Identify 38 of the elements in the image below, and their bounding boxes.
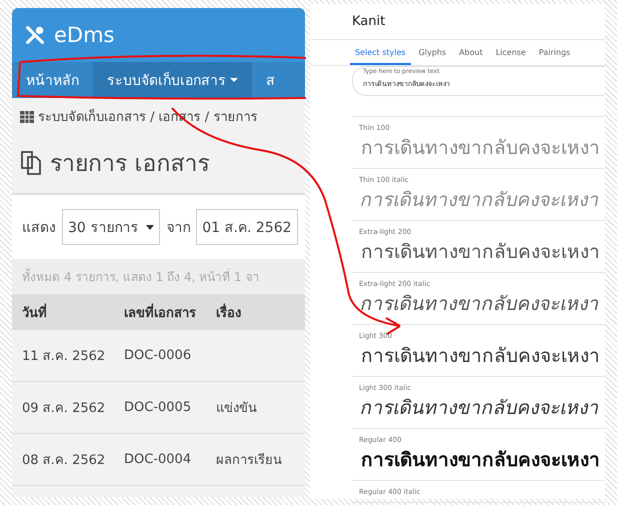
from-date-field[interactable]: 01 ส.ค. 2562: [196, 209, 298, 245]
column-header: เลขที่เอกสาร: [124, 302, 197, 322]
caret-icon: [230, 78, 238, 82]
column-header: เรื่อง: [216, 302, 241, 322]
nav-item[interactable]: หน้าหลัก: [12, 62, 93, 98]
tab[interactable]: Glyphs: [414, 44, 452, 65]
summary-text: ทั้งหมด 4 รายการ, แสดง 1 ถึง 4, หน้าที่ 1 จา: [12, 259, 305, 294]
sample-text: การเดินทางขากลับคงจะเหงา: [358, 396, 604, 421]
table-cell-text: DOC-0006: [124, 348, 192, 363]
tools-icon: [24, 24, 46, 46]
table-cell-text: 11 ส.ค. 2562: [22, 348, 106, 366]
table-cell-text: DOC-0004: [124, 452, 192, 467]
from-label: จาก: [166, 219, 190, 238]
show-label: แสดง: [22, 219, 56, 238]
font-name: Kanit: [310, 4, 605, 40]
sample-text: การเดินทางขากลับคงจะเหงา: [360, 240, 601, 265]
app-title: eDms: [54, 23, 114, 47]
sample-text: การเดินทางขากลับคงจะเหงา: [360, 448, 601, 473]
table-cell-text: 08 ส.ค. 2562: [22, 452, 106, 470]
tab[interactable]: License: [490, 44, 531, 65]
tab[interactable]: Pairings: [534, 44, 576, 65]
table-cell-text: DOC-0005: [124, 400, 192, 415]
column-header: วันที่: [22, 302, 48, 322]
sample-text: การเดินทางขากลับคงจะเหงา: [358, 292, 604, 317]
page-size-select[interactable]: 30 รายการ: [62, 209, 160, 245]
tab[interactable]: About: [454, 44, 488, 65]
page-title: รายการ เอกสาร: [50, 150, 210, 179]
nav-item[interactable]: ส: [252, 62, 289, 98]
caret-icon: [146, 224, 154, 230]
sample-text: การเดินทางขากลับคงจะเหงา: [358, 188, 604, 213]
documents-icon: [20, 150, 44, 176]
sample-text: การเดินทางขากลับคงจะเหงา: [360, 344, 601, 369]
table-cell-text: ผลการเรียน: [216, 452, 282, 470]
sample-text: การเดินทางขากลับคงจะเหงา: [360, 136, 601, 161]
table-cell-text: แข่งขัน: [216, 400, 257, 418]
tab[interactable]: Select styles: [350, 44, 411, 65]
table-cell-text: 09 ส.ค. 2562: [22, 400, 106, 418]
nav-item[interactable]: ระบบจัดเก็บเอกสาร: [93, 62, 252, 98]
